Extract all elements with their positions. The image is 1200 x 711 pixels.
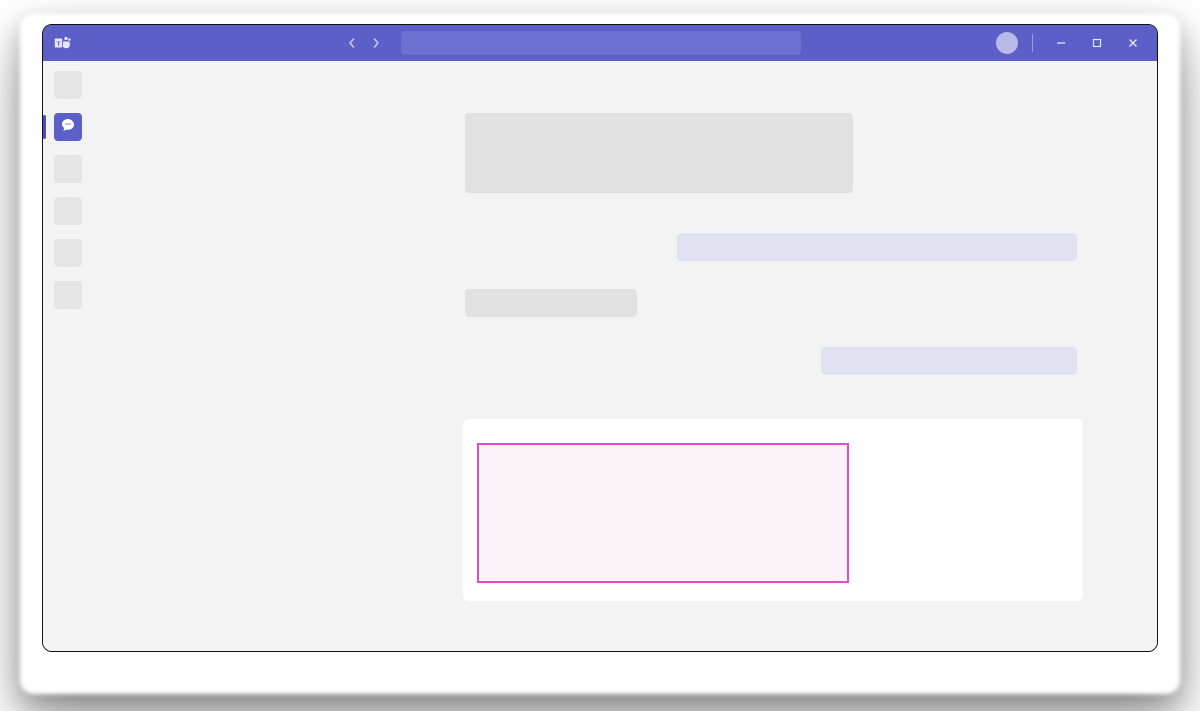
titlebar-divider — [1032, 34, 1033, 52]
svg-text:T: T — [56, 41, 61, 48]
rail-item-files[interactable] — [54, 281, 82, 309]
chat-content — [93, 61, 1157, 651]
adaptive-card-highlight[interactable] — [477, 443, 849, 583]
search-input[interactable] — [401, 31, 801, 55]
close-button[interactable] — [1119, 29, 1147, 57]
chat-icon — [60, 117, 76, 138]
rail-item-calls[interactable] — [54, 239, 82, 267]
message-bubble-outgoing — [821, 347, 1077, 375]
app-rail — [43, 61, 93, 651]
back-button[interactable] — [341, 32, 363, 54]
teams-logo-icon: T — [53, 33, 73, 53]
message-bubble-incoming — [465, 113, 853, 193]
message-bubble-outgoing — [677, 233, 1077, 261]
avatar[interactable] — [996, 32, 1018, 54]
rail-item-activity[interactable] — [54, 71, 82, 99]
compose-card — [463, 419, 1083, 601]
rail-item-chat[interactable] — [54, 113, 82, 141]
maximize-button[interactable] — [1083, 29, 1111, 57]
message-bubble-incoming — [465, 289, 637, 317]
rail-item-teams[interactable] — [54, 155, 82, 183]
rail-item-calendar[interactable] — [54, 197, 82, 225]
minimize-button[interactable] — [1047, 29, 1075, 57]
forward-button[interactable] — [365, 32, 387, 54]
app-window: T — [42, 24, 1158, 652]
nav-arrows — [341, 32, 387, 54]
titlebar: T — [43, 25, 1157, 61]
